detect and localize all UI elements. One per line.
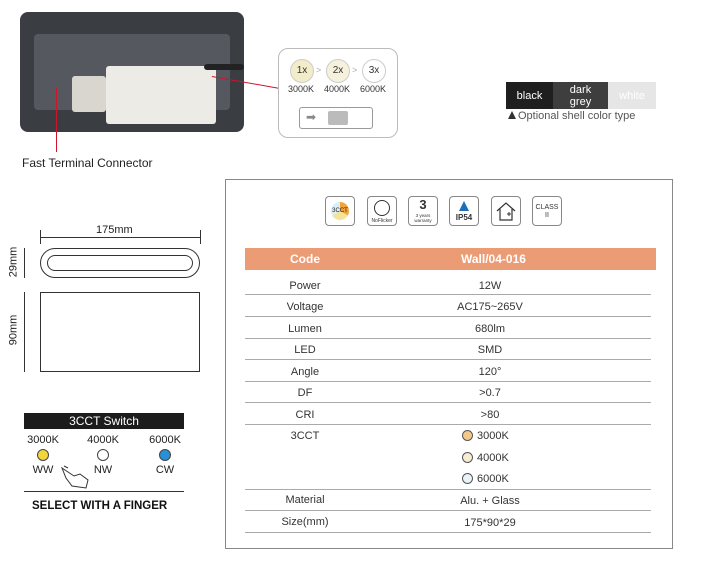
- shell-color-dark-grey: dark grey: [553, 82, 608, 109]
- cct-option-3000k: 3000K: [462, 430, 509, 442]
- row-divider: [245, 316, 651, 317]
- pointer-triangle-icon: [508, 111, 516, 119]
- step-3-temp: 6000K: [359, 84, 387, 94]
- row-label-led: LED: [294, 344, 316, 356]
- width-dim-line: [40, 237, 200, 238]
- indoor-outdoor-icon: [491, 196, 521, 226]
- row-divider: [245, 489, 651, 490]
- row-value-material: Alu. + Glass: [460, 495, 520, 507]
- 3cct-icon: 3CCT: [325, 196, 355, 226]
- row-label-angle: Angle: [290, 366, 320, 378]
- cct-swatch-6000k: [462, 473, 473, 484]
- shell-note: Optional shell color type: [508, 110, 635, 122]
- top-view-drawing: [40, 248, 200, 278]
- code-value: Wall/04-016: [461, 252, 526, 266]
- cct-option-6000k: 6000K: [462, 473, 509, 485]
- row-divider: [245, 294, 651, 295]
- driver-module: [106, 66, 216, 124]
- step-arrow: >: [352, 65, 358, 75]
- step-1-badge: 1x: [290, 59, 314, 83]
- row-divider: [245, 359, 651, 360]
- cct-temp-3000: 3000K: [27, 434, 59, 446]
- cct-dot-cw[interactable]: [159, 449, 171, 461]
- height-dim-line: [24, 292, 25, 372]
- step-2-badge: 2x: [326, 59, 350, 83]
- row-label-voltage: Voltage: [286, 301, 324, 313]
- row-value-df: >0.7: [479, 387, 501, 399]
- row-divider: [245, 532, 651, 533]
- cct-dot-ww[interactable]: [37, 449, 49, 461]
- depth-dim-label: 29mm: [7, 246, 20, 278]
- no-flicker-icon: NoFlicker: [367, 196, 397, 226]
- ip54-icon: IP54: [449, 196, 479, 226]
- cct-swatch-4000k: [462, 452, 473, 463]
- row-value-lumen: 680lm: [475, 323, 505, 335]
- slider-knob[interactable]: [328, 111, 348, 125]
- step-1-temp: 3000K: [287, 84, 315, 94]
- row-label-power: Power: [289, 280, 321, 292]
- house-icon: [496, 202, 516, 221]
- product-photo: [20, 12, 244, 132]
- cct-dot-nw[interactable]: [97, 449, 109, 461]
- row-label-lumen: Lumen: [288, 323, 322, 335]
- warranty-icon: 3 3 years warranty: [408, 196, 438, 226]
- fast-terminal-label: Fast Terminal Connector: [22, 156, 153, 170]
- front-view-drawing: [40, 292, 200, 372]
- row-divider: [245, 424, 651, 425]
- row-divider: [245, 402, 651, 403]
- cct-code-ww: WW: [32, 464, 54, 476]
- row-value-angle: 120°: [478, 366, 502, 378]
- step-2-temp: 4000K: [323, 84, 351, 94]
- class-ii-icon: CLASS II: [532, 196, 562, 226]
- row-label-3cct: 3CCT: [290, 430, 320, 442]
- row-label-cri: CRI: [295, 409, 315, 421]
- water-drop-icon: [459, 201, 469, 211]
- row-divider: [245, 338, 651, 339]
- no-symbol-icon: [374, 200, 390, 216]
- cct-swatch-3000k: [462, 430, 473, 441]
- shell-color-white: white: [608, 82, 656, 109]
- row-value-size: 175*90*29: [464, 517, 516, 529]
- callout-line-terminal: [56, 88, 57, 152]
- cct-code-cw: CW: [155, 464, 175, 476]
- row-label-size: Size(mm): [281, 516, 329, 528]
- cct-slider[interactable]: ➡: [299, 107, 373, 129]
- step-arrow: >: [316, 65, 322, 75]
- row-value-led: SMD: [477, 344, 503, 356]
- row-value-voltage: AC175~265V: [457, 301, 523, 313]
- wire: [204, 64, 244, 70]
- terminal-block: [72, 76, 106, 112]
- row-divider: [245, 510, 651, 511]
- code-label: Code: [290, 252, 320, 266]
- spec-header: Code Wall/04-016: [245, 248, 656, 270]
- shell-color-black: black: [506, 82, 553, 109]
- row-value-cri: >80: [480, 409, 500, 421]
- dim-tick-right: [200, 230, 201, 244]
- cct-temp-6000: 6000K: [149, 434, 181, 446]
- select-instruction: SELECT WITH A FINGER: [32, 500, 168, 512]
- cct-divider: [24, 491, 184, 492]
- cct-option-4000k: 4000K: [462, 452, 509, 464]
- finger-icon: [60, 465, 89, 489]
- top-view-slot: [47, 255, 193, 271]
- cct-temp-4000: 4000K: [87, 434, 119, 446]
- row-label-material: Material: [285, 494, 325, 506]
- fixture-interior: [34, 34, 230, 124]
- row-divider: [245, 381, 651, 382]
- row-value-power: 12W: [478, 280, 502, 292]
- step-3-badge: 3x: [362, 59, 386, 83]
- width-dim-label: 175mm: [96, 224, 133, 236]
- arrow-right-icon: ➡: [306, 110, 317, 124]
- cct-switch-title: 3CCT Switch: [24, 413, 184, 429]
- switch-diagram: 1x > 2x > 3x 3000K 4000K 6000K ➡: [278, 48, 398, 138]
- height-dim-label: 90mm: [7, 314, 20, 346]
- row-label-df: DF: [297, 387, 313, 399]
- depth-dim-line: [24, 248, 25, 278]
